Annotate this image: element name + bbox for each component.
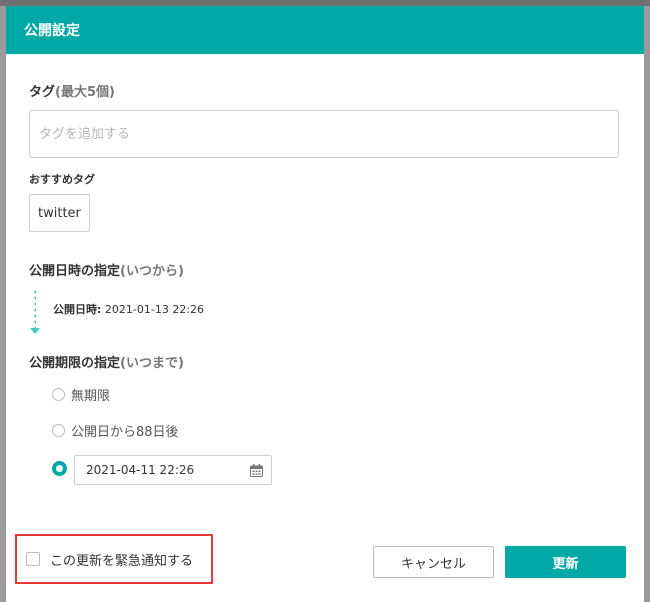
emergency-notify-checkbox[interactable] <box>26 552 40 566</box>
tags-title-sub: (最大5個) <box>55 85 115 100</box>
dialog-title: 公開設定 <box>24 23 80 39</box>
cancel-button[interactable]: キャンセル <box>373 546 494 578</box>
expiry-date-value: 2021-04-11 22:26 <box>86 463 195 477</box>
radio-custom-date[interactable] <box>52 461 67 476</box>
publish-date-display: 公開日時: 2021-01-13 22:26 <box>53 301 204 317</box>
publish-date-label: 公開日時: <box>53 303 102 316</box>
tags-section-title: タグ(最大5個) <box>29 81 115 100</box>
expiry-date-input[interactable]: 2021-04-11 22:26 <box>74 455 272 485</box>
radio-88-days[interactable] <box>52 424 65 437</box>
radio-unlimited-label: 無期限 <box>71 389 111 404</box>
timeline-dotted-line <box>34 289 36 331</box>
publish-end-title-main: 公開期限の指定 <box>29 356 121 371</box>
recommended-tag-twitter[interactable]: twitter <box>29 194 90 232</box>
publish-end-title: 公開期限の指定(いつまで) <box>29 352 184 371</box>
timeline-arrow-icon <box>30 328 40 334</box>
tag-input[interactable] <box>29 110 619 158</box>
publish-start-title-sub: (いつから) <box>120 264 184 279</box>
emergency-notify-label: この更新を緊急通知する <box>50 553 194 569</box>
publish-date-value: 2021-01-13 22:26 <box>104 303 205 316</box>
radio-unlimited[interactable] <box>52 388 65 401</box>
radio-option-custom-date[interactable] <box>52 461 73 476</box>
radio-88-days-label: 公開日から88日後 <box>71 425 179 440</box>
calendar-icon[interactable] <box>250 464 263 477</box>
radio-option-unlimited[interactable]: 無期限 <box>52 385 110 404</box>
radio-option-88-days[interactable]: 公開日から88日後 <box>52 421 179 440</box>
emergency-notify-option[interactable]: この更新を緊急通知する <box>15 534 213 584</box>
dialog-header: 公開設定 <box>6 6 644 54</box>
publish-start-title: 公開日時の指定(いつから) <box>29 260 184 279</box>
publish-start-title-main: 公開日時の指定 <box>29 264 121 279</box>
update-button[interactable]: 更新 <box>505 546 626 578</box>
recommended-tags-label: おすすめタグ <box>29 173 95 186</box>
tags-title: タグ <box>29 85 56 100</box>
publish-end-title-sub: (いつまで) <box>120 356 184 371</box>
publish-settings-dialog: 公開設定 タグ(最大5個) おすすめタグ twitter 公開日時の指定(いつか… <box>6 6 644 602</box>
